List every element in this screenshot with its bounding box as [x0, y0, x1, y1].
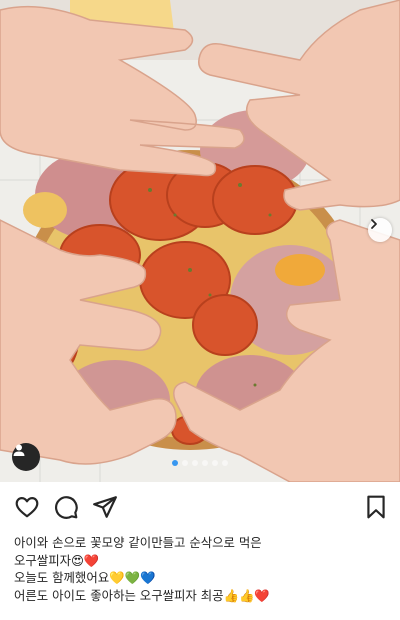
carousel-dot [212, 460, 218, 466]
instagram-post: 아이와 손으로 꽃모양 같이만들고 순삭으로 먹은 오구쌀피자😍❤️ 오늘도 함… [0, 0, 400, 620]
caption-line: 오구쌀피자😍❤️ [14, 552, 100, 568]
carousel-dot [202, 460, 208, 466]
pizza-hands-illustration [0, 0, 400, 482]
post-photo[interactable] [0, 0, 400, 482]
bookmark-icon [367, 495, 385, 519]
tagged-users-button[interactable] [12, 443, 40, 471]
caption-line: 오늘도 함께했어요💛💚💙 [14, 570, 156, 585]
share-button[interactable] [92, 494, 120, 522]
carousel-dot [182, 460, 188, 466]
heart-icon [15, 497, 39, 518]
caption-line: 어른도 아이도 좋아하는 오구쌀피자 최공👍👍❤️ [14, 587, 270, 603]
user-icon [13, 444, 25, 456]
save-button[interactable] [364, 494, 392, 522]
carousel-dot [192, 460, 198, 466]
next-photo-button[interactable] [368, 218, 392, 242]
post-caption: 아이와 손으로 꽃모양 같이만들고 순삭으로 먹은 오구쌀피자😍❤️ 오늘도 함… [14, 534, 390, 604]
post-action-bar [0, 494, 400, 526]
caption-line: 아이와 손으로 꽃모양 같이만들고 순삭으로 먹은 [14, 535, 262, 550]
paper-plane-icon [93, 496, 117, 518]
chevron-right-icon [371, 219, 377, 229]
comment-button[interactable] [53, 494, 81, 522]
carousel-indicator [0, 460, 400, 466]
carousel-dot [222, 460, 228, 466]
carousel-dot [172, 460, 178, 466]
like-button[interactable] [14, 494, 42, 522]
comment-icon [55, 496, 78, 519]
